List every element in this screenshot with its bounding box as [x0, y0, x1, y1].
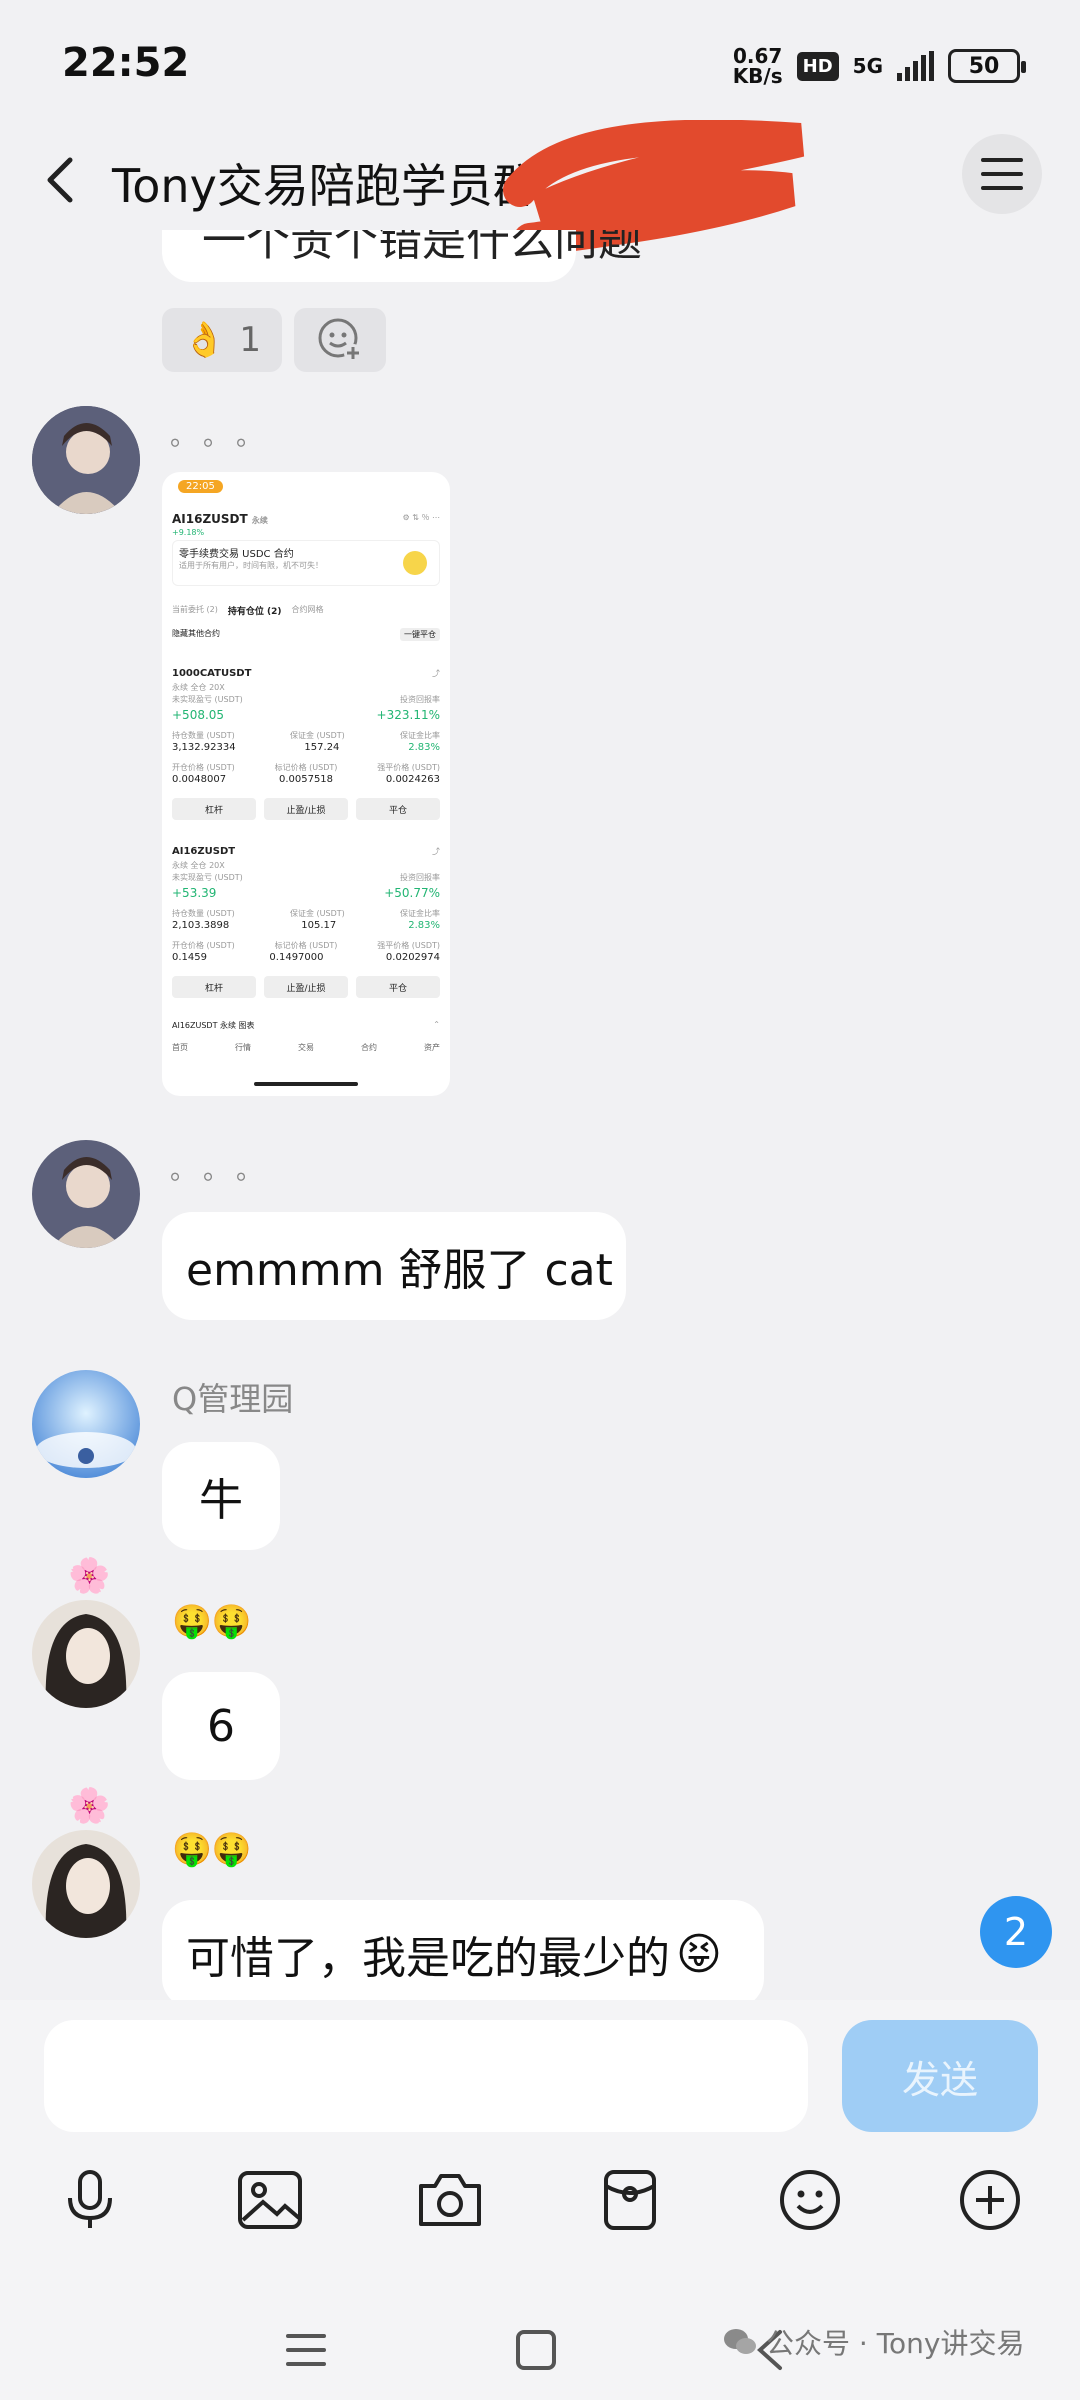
avatar-sky-icon [32, 1370, 140, 1478]
avatar-boy-icon [32, 406, 140, 514]
square-icon [516, 2330, 556, 2370]
menu-lines-icon [286, 2334, 326, 2366]
flower-decoration-icon: 🌸 [68, 1786, 111, 1826]
avatar[interactable] [32, 1830, 140, 1938]
home-indicator [254, 1082, 358, 1086]
toolbar-icons: ⚙ ⇅ ％ ⋯ [402, 513, 440, 522]
add-reaction-button[interactable] [294, 308, 386, 372]
trade-screenshot-image[interactable]: 22:05 AI16ZUSDT 永续 ⚙ ⇅ ％ ⋯ +9.18% 零手续费交易 … [162, 472, 450, 1096]
image-button[interactable] [230, 2160, 310, 2240]
ok-hand-icon: 👌 [183, 320, 226, 360]
image-icon [238, 2171, 302, 2229]
message-bubble-partial[interactable]: 一个贵个错是什么问题 [162, 230, 642, 282]
home-button[interactable] [506, 2320, 566, 2380]
avatar[interactable] [32, 1600, 140, 1708]
avatar[interactable] [32, 1370, 140, 1478]
chevron-left-icon [47, 157, 73, 203]
message-bubble[interactable]: 6 [162, 1672, 280, 1780]
red-packet-icon [604, 2170, 656, 2230]
sender-name-hidden: 。。。 [170, 1156, 283, 1186]
sender-name: 🤑🤑 [172, 1830, 252, 1868]
promo-banner[interactable]: 零手续费交易 USDC 合约 适用于所有用户，时间有限，机不可失！ [172, 540, 440, 586]
add-emoji-icon [318, 318, 362, 362]
menu-button[interactable] [962, 134, 1042, 214]
message-bubble[interactable]: emmmm 舒服了 cat [162, 1212, 626, 1320]
status-bar: 22:52 0.67 KB/s HD 5G 50 [0, 0, 1080, 130]
hamburger-icon [981, 158, 1023, 190]
microphone-icon [68, 2170, 112, 2228]
avatar[interactable] [32, 1140, 140, 1248]
message-bubble[interactable]: 牛 [162, 1442, 280, 1550]
emoji-button[interactable] [770, 2160, 850, 2240]
signal-icon [897, 51, 934, 81]
coin-icon [403, 551, 427, 575]
message-input[interactable] [44, 2020, 808, 2132]
avatar-girl-icon [32, 1830, 140, 1938]
laughing-emoji-icon: 😝 [676, 1928, 722, 1980]
reaction-ok[interactable]: 👌 1 [162, 308, 282, 372]
avatar-girl-icon [32, 1600, 140, 1708]
sender-name-hidden: 。。。 [170, 422, 283, 452]
unread-count-badge[interactable]: 2 [980, 1896, 1052, 1968]
avatar[interactable] [32, 406, 140, 514]
more-button[interactable] [950, 2160, 1030, 2240]
hd-icon: HD [796, 51, 839, 81]
message-list[interactable]: 一个贵个错是什么问题 👌 1 。。。 22:05 AI16ZUSDT 永续 ⚙ ⇅ … [0, 230, 1080, 2000]
status-icons: 0.67 KB/s HD 5G 50 [732, 44, 1026, 88]
status-time: 22:52 [62, 40, 190, 86]
flower-decoration-icon: 🌸 [68, 1556, 111, 1596]
voice-button[interactable] [50, 2160, 130, 2240]
chat-header: Tony交易陪跑学员群 [0, 120, 1080, 257]
smiley-icon [780, 2170, 840, 2230]
wechat-icon [724, 2329, 756, 2354]
network-speed: 0.67 KB/s [732, 44, 783, 88]
network-type: 5G [852, 54, 883, 78]
sender-name: 🤑🤑 [172, 1602, 252, 1640]
message-bubble[interactable]: 可惜了，我是吃的最少的 😝 [162, 1900, 764, 2000]
watermark: 公众号 · Tony讲交易 [722, 2322, 1025, 2362]
red-packet-button[interactable] [590, 2160, 670, 2240]
camera-icon [419, 2174, 481, 2226]
back-button[interactable] [32, 150, 92, 210]
group-title[interactable]: Tony交易陪跑学员群 [112, 150, 539, 216]
sender-name: Q管理园 [172, 1380, 294, 1418]
camera-button[interactable] [410, 2160, 490, 2240]
recents-button[interactable] [276, 2320, 336, 2380]
input-toolbar [0, 2160, 1080, 2240]
plus-circle-icon [960, 2170, 1020, 2230]
send-button[interactable]: 发送 [842, 2020, 1038, 2132]
avatar-boy-icon [32, 1140, 140, 1248]
battery-icon: 50 [948, 49, 1026, 83]
